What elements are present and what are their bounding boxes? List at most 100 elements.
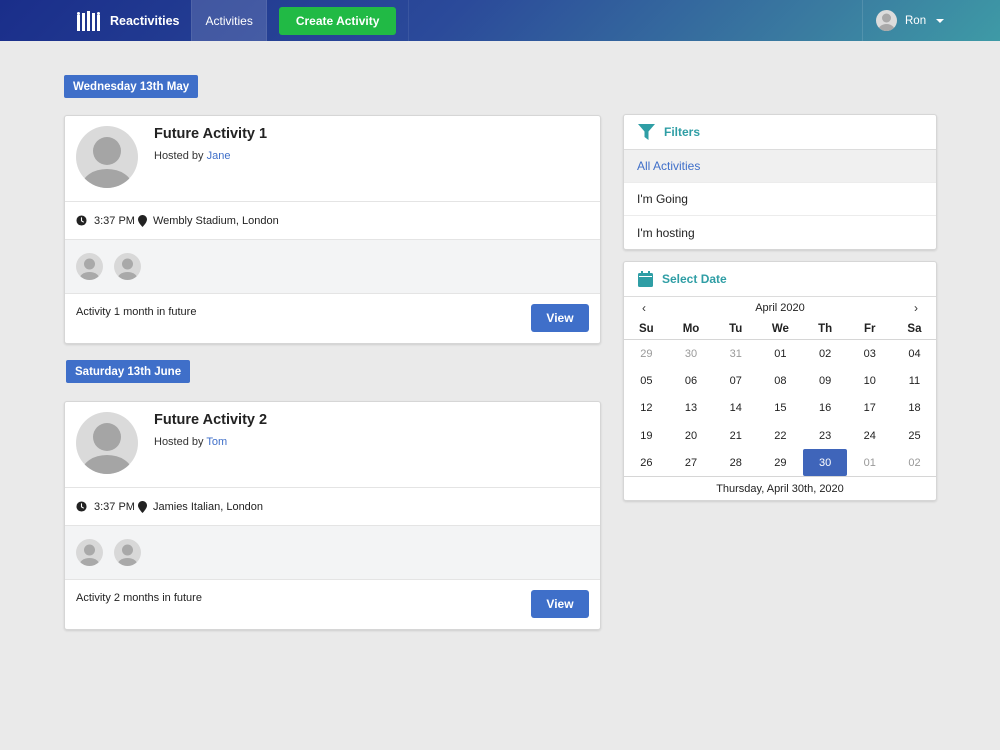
attendee-avatar[interactable]: [76, 253, 103, 280]
calendar-day[interactable]: 01: [758, 340, 803, 367]
activity-meta: 3:37 PM Wembly Stadium, London: [65, 202, 600, 240]
calendar-day[interactable]: 30: [802, 449, 848, 477]
activity-venue: Jamies Italian, London: [152, 500, 264, 513]
activity-venue: Wembly Stadium, London: [152, 214, 279, 227]
calendar-header: Select Date: [624, 262, 936, 297]
calendar-day[interactable]: 02: [892, 449, 937, 476]
calendar-day[interactable]: 08: [758, 367, 803, 394]
weekday-header: Sa: [892, 319, 937, 340]
user-avatar: [876, 10, 897, 31]
brand-name: Reactivities: [110, 13, 180, 28]
user-placeholder-icon: [117, 258, 138, 280]
map-marker-icon: [137, 214, 147, 227]
calendar-day[interactable]: 16: [803, 395, 848, 422]
calendar-day[interactable]: 12: [624, 395, 669, 422]
view-button[interactable]: View: [531, 590, 589, 618]
attendees-list: [65, 526, 600, 580]
activity-title[interactable]: Future Activity 1: [154, 126, 267, 142]
activity-heading: Future Activity 2 Hosted by Tom: [154, 412, 267, 477]
calendar-day[interactable]: 04: [892, 340, 937, 367]
calendar-day[interactable]: 05: [624, 367, 669, 394]
activity-header: Future Activity 1 Hosted by Jane: [65, 116, 600, 202]
prev-month-button[interactable]: ‹: [642, 301, 646, 315]
hosted-prefix: Hosted by: [154, 150, 204, 162]
weekday-header: Mo: [668, 319, 714, 340]
calendar-day[interactable]: 07: [713, 367, 758, 394]
calendar-day[interactable]: 13: [669, 395, 714, 422]
calendar-day[interactable]: 27: [669, 449, 714, 476]
activity-card-1: Future Activity 1 Hosted by Jane 3:37 PM…: [64, 115, 601, 344]
calendar-title: Select Date: [662, 272, 727, 286]
attendee-avatar[interactable]: [76, 539, 103, 566]
clock-icon: [76, 215, 87, 226]
view-button[interactable]: View: [531, 304, 589, 332]
calendar-day[interactable]: 20: [669, 422, 714, 449]
hosted-by: Hosted by Tom: [154, 436, 267, 448]
host-avatar: [76, 412, 138, 474]
calendar-selected-date: Thursday, April 30th, 2020: [624, 476, 936, 500]
nav-activities[interactable]: Activities: [191, 0, 267, 41]
create-activity-button[interactable]: Create Activity: [278, 6, 397, 35]
weekday-header: Th: [802, 319, 848, 340]
calendar-month[interactable]: April 2020: [755, 302, 805, 314]
activity-title[interactable]: Future Activity 2: [154, 412, 267, 428]
brand[interactable]: Reactivities: [0, 0, 191, 41]
weekday-header: We: [758, 319, 803, 340]
calendar-day[interactable]: 14: [713, 395, 758, 422]
hosted-by: Hosted by Jane: [154, 150, 267, 162]
activity-heading: Future Activity 1 Hosted by Jane: [154, 126, 267, 191]
filter-im-going[interactable]: I'm Going: [624, 183, 936, 216]
calendar-day[interactable]: 31: [713, 340, 758, 367]
next-month-button[interactable]: ›: [914, 301, 918, 315]
activity-card-2: Future Activity 2 Hosted by Tom 3:37 PM …: [64, 401, 601, 630]
map-marker-icon: [137, 500, 147, 513]
user-placeholder-icon: [82, 137, 132, 188]
top-navbar: Reactivities Activities Create Activity …: [0, 0, 1000, 41]
calendar-day[interactable]: 24: [847, 422, 892, 449]
activity-time: 3:37 PM: [94, 214, 135, 227]
user-avatar-icon: [878, 13, 895, 31]
calendar-day[interactable]: 06: [669, 367, 714, 394]
filter-im-hosting[interactable]: I'm hosting: [624, 216, 936, 249]
calendar-day[interactable]: 21: [713, 422, 758, 449]
calendar-day[interactable]: 02: [803, 340, 848, 367]
clock-icon: [76, 501, 87, 512]
calendar-day[interactable]: 03: [847, 340, 892, 367]
attendee-avatar[interactable]: [114, 253, 141, 280]
calendar-day[interactable]: 19: [624, 422, 669, 449]
user-menu[interactable]: Ron: [862, 0, 1000, 41]
calendar-day[interactable]: 10: [847, 367, 892, 394]
activity-meta: 3:37 PM Jamies Italian, London: [65, 488, 600, 526]
filters-header: Filters: [624, 115, 936, 150]
host-link[interactable]: Jane: [207, 150, 231, 162]
calendar-day[interactable]: 26: [624, 449, 669, 476]
host-link[interactable]: Tom: [206, 436, 227, 448]
calendar-nav: ‹ April 2020 ›: [624, 297, 936, 319]
calendar-day[interactable]: 17: [847, 395, 892, 422]
calendar-day[interactable]: 23: [803, 422, 848, 449]
calendar-day[interactable]: 28: [713, 449, 758, 476]
calendar-day[interactable]: 15: [758, 395, 803, 422]
calendar-panel: Select Date ‹ April 2020 › Su Mo Tu We Th Fr S…: [623, 261, 937, 502]
calendar-day[interactable]: 30: [669, 340, 714, 367]
hosted-prefix: Hosted by: [154, 436, 204, 448]
filter-all-activities[interactable]: All Activities: [624, 150, 936, 183]
calendar-day[interactable]: 25: [892, 422, 937, 449]
calendar-day[interactable]: 29: [624, 340, 669, 367]
calendar-day[interactable]: 01: [847, 449, 892, 476]
calendar-day[interactable]: 22: [758, 422, 803, 449]
create-activity-wrap: Create Activity: [267, 0, 410, 41]
logo-icon: [77, 10, 100, 31]
calendar-icon: [638, 271, 653, 287]
date-label-1: Wednesday 13th May: [64, 75, 199, 98]
calendar-day[interactable]: 09: [803, 367, 848, 394]
user-name: Ron: [905, 14, 927, 27]
activity-header: Future Activity 2 Hosted by Tom: [65, 402, 600, 488]
filters-title: Filters: [664, 125, 701, 139]
attendee-avatar[interactable]: [114, 539, 141, 566]
calendar-day[interactable]: 29: [758, 449, 803, 476]
weekday-header: Tu: [713, 319, 759, 340]
calendar-day[interactable]: 18: [892, 395, 937, 422]
calendar-day[interactable]: 11: [892, 367, 937, 394]
activity-footer: Activity 2 months in future View: [65, 580, 600, 629]
